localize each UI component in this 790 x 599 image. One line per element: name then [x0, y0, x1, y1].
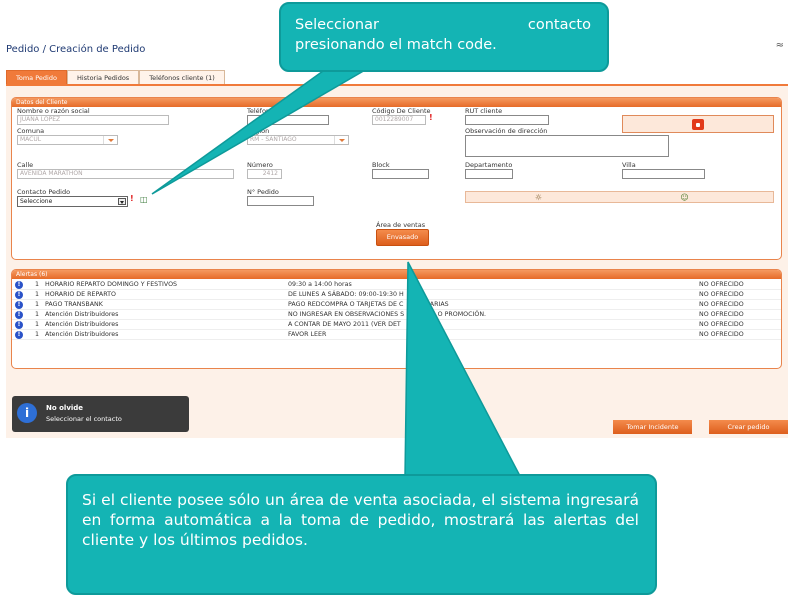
- callout-bottom-text: Si el cliente posee sólo un área de vent…: [82, 491, 639, 549]
- callout-top-word2: contacto: [527, 17, 591, 33]
- callout-top: Seleccionar contacto presionando el matc…: [279, 2, 609, 72]
- callout-top-line1: Seleccionar contacto: [295, 15, 591, 35]
- top-callout-pointer: [151, 65, 375, 195]
- callout-top-word1: Seleccionar: [295, 17, 379, 33]
- callout-bottom: Si el cliente posee sólo un área de vent…: [66, 474, 657, 595]
- bottom-callout-pointer: [404, 261, 522, 477]
- callout-top-line2: presionando el match code.: [295, 37, 497, 53]
